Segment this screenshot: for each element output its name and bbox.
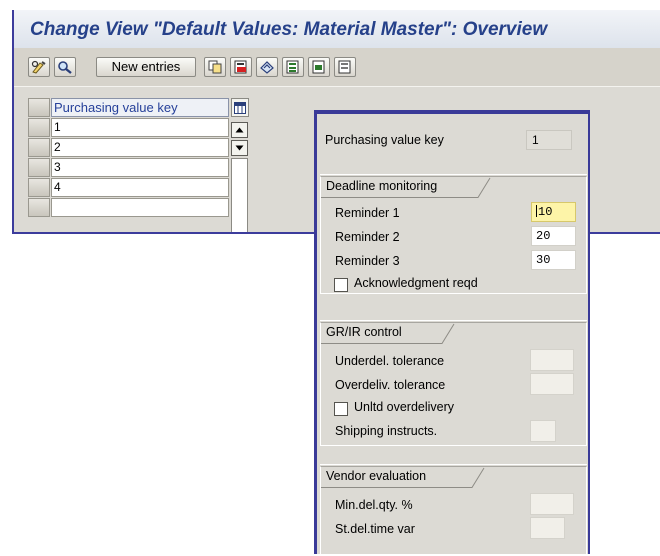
table-settings-icon[interactable] bbox=[231, 98, 249, 117]
reminder-1-label: Reminder 1 bbox=[335, 206, 400, 220]
table-row[interactable]: 4 bbox=[51, 178, 229, 197]
group-tab-outline bbox=[321, 323, 455, 344]
reminder-2-label: Reminder 2 bbox=[335, 230, 400, 244]
divider bbox=[320, 464, 587, 465]
overdeliv-tolerance-field[interactable] bbox=[530, 373, 574, 395]
table-row[interactable] bbox=[51, 198, 229, 217]
window-title: Change View "Default Values: Material Ma… bbox=[30, 19, 548, 40]
shipping-instructs-label: Shipping instructs. bbox=[335, 424, 438, 438]
display-change-icon[interactable] bbox=[28, 57, 50, 77]
divider bbox=[320, 320, 587, 321]
acknowledgment-reqd-label: Acknowledgment reqd bbox=[354, 276, 478, 290]
unltd-overdelivery-checkbox[interactable] bbox=[334, 402, 348, 416]
grir-control-group: GR/IR control Underdel. tolerance Overde… bbox=[320, 322, 587, 446]
reminder-3-label: Reminder 3 bbox=[335, 254, 400, 268]
details-icon[interactable] bbox=[54, 57, 76, 77]
vertical-scrollbar[interactable] bbox=[231, 158, 248, 232]
group-tab-outline bbox=[321, 177, 491, 198]
underdel-tolerance-field[interactable] bbox=[530, 349, 574, 371]
undo-change-icon[interactable] bbox=[256, 57, 278, 77]
detail-view-panel: Purchasing value key 1 Deadline monitori… bbox=[317, 114, 588, 556]
deselect-all-icon[interactable] bbox=[334, 57, 356, 77]
table-row[interactable]: 2 bbox=[51, 138, 229, 157]
deadline-monitoring-group: Deadline monitoring Reminder 1 10 Remind… bbox=[320, 176, 587, 294]
overdeliv-tolerance-label: Overdeliv. tolerance bbox=[335, 378, 446, 392]
group-tab-outline bbox=[321, 467, 485, 488]
purchasing-value-key-label: Purchasing value key bbox=[325, 133, 444, 147]
purchasing-value-key-field: 1 bbox=[526, 130, 572, 150]
unltd-overdelivery-label: Unltd overdelivery bbox=[354, 400, 455, 414]
scroll-up-button[interactable] bbox=[231, 122, 248, 138]
min-del-qty-label: Min.del.qty. % bbox=[335, 498, 413, 512]
application-toolbar: New entries bbox=[14, 48, 660, 87]
copy-as-icon[interactable] bbox=[204, 57, 226, 77]
reminder-1-field[interactable]: 10 bbox=[531, 202, 576, 222]
st-del-time-var-field[interactable] bbox=[530, 517, 565, 539]
column-header-purchasing-value-key[interactable]: Purchasing value key bbox=[51, 98, 229, 117]
min-del-qty-field[interactable] bbox=[530, 493, 574, 515]
reminder-3-field[interactable]: 30 bbox=[531, 250, 576, 270]
row-selector[interactable] bbox=[28, 138, 50, 157]
select-all-icon[interactable] bbox=[282, 57, 304, 77]
delete-icon[interactable] bbox=[230, 57, 252, 77]
underdel-tolerance-label: Underdel. tolerance bbox=[335, 354, 445, 368]
title-bar: Change View "Default Values: Material Ma… bbox=[14, 10, 660, 49]
acknowledgment-reqd-checkbox[interactable] bbox=[334, 278, 348, 292]
shipping-instructs-field[interactable] bbox=[530, 420, 556, 442]
divider bbox=[320, 174, 587, 175]
scroll-down-button[interactable] bbox=[231, 140, 248, 156]
purchasing-value-key-table: Purchasing value key 1 2 3 4 bbox=[28, 98, 252, 232]
table-row[interactable]: 1 bbox=[51, 118, 229, 137]
table-row[interactable]: 3 bbox=[51, 158, 229, 177]
row-selector[interactable] bbox=[28, 158, 50, 177]
reminder-2-field[interactable]: 20 bbox=[531, 226, 576, 246]
select-all-column-button[interactable] bbox=[28, 98, 50, 117]
detail-view-frame: Purchasing value key 1 Deadline monitori… bbox=[314, 110, 590, 556]
row-selector[interactable] bbox=[28, 118, 50, 137]
row-selector[interactable] bbox=[28, 198, 50, 217]
vendor-evaluation-group: Vendor evaluation Min.del.qty. % St.del.… bbox=[320, 466, 587, 556]
new-entries-button[interactable]: New entries bbox=[96, 57, 196, 77]
st-del-time-var-label: St.del.time var bbox=[335, 522, 415, 536]
select-block-icon[interactable] bbox=[308, 57, 330, 77]
row-selector[interactable] bbox=[28, 178, 50, 197]
